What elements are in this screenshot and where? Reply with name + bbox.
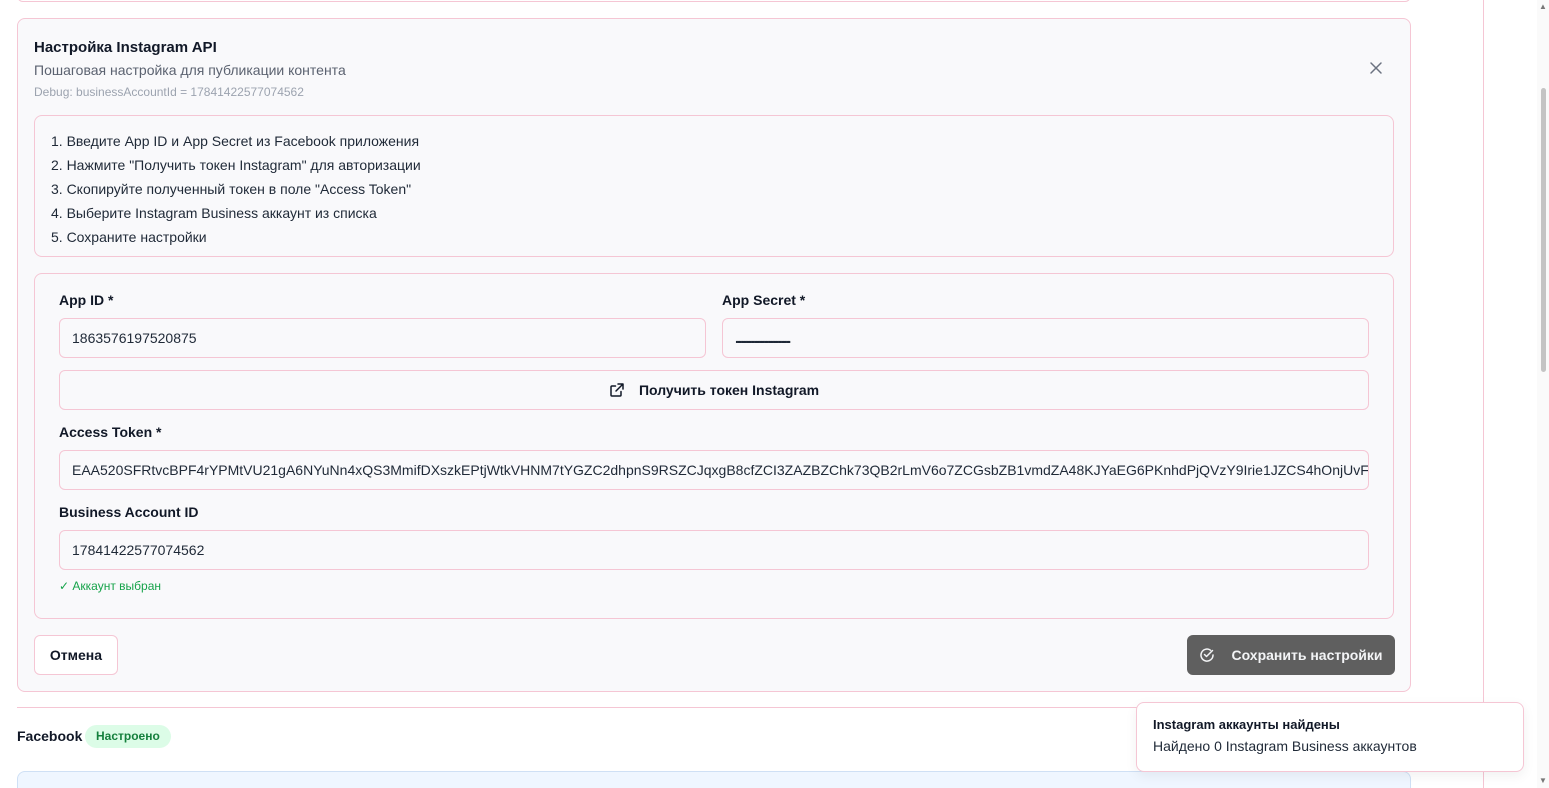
debug-text: Debug: businessAccountId = 1784142257707… xyxy=(34,85,304,99)
toast-notification[interactable]: Instagram аккаунты найдены Найдено 0 Ins… xyxy=(1136,702,1524,772)
instruction-step: 2. Нажмите "Получить токен Instagram" дл… xyxy=(51,157,421,173)
access-token-input[interactable]: EAA520SFRtvcBPF4rYPMtVU21gA6NYuNn4xQS3Mm… xyxy=(59,450,1369,490)
status-badge: Настроено xyxy=(85,725,171,748)
business-account-input[interactable]: 17841422577074562 xyxy=(59,530,1369,570)
save-settings-label: Сохранить настройки xyxy=(1231,647,1383,663)
credentials-form: App ID * 1863576197520875 App Secret * .… xyxy=(34,273,1394,619)
external-link-icon xyxy=(610,383,624,397)
get-instagram-token-button[interactable]: Получить токен Instagram xyxy=(59,370,1369,410)
facebook-card xyxy=(17,771,1411,788)
instagram-settings-card: Настройка Instagram API Пошаговая настро… xyxy=(17,18,1411,692)
instructions-list: 1. Введите App ID и App Secret из Facebo… xyxy=(34,115,1394,257)
account-selected-note: ✓ Аккаунт выбран xyxy=(59,579,161,593)
page: ▲ ▼ Настройка Instagram API Пошаговая на… xyxy=(0,0,1549,788)
close-icon xyxy=(1370,62,1382,74)
app-secret-label: App Secret * xyxy=(722,292,806,308)
scroll-thumb[interactable] xyxy=(1541,88,1546,372)
close-button[interactable] xyxy=(1367,59,1385,77)
facebook-section-title: Facebook xyxy=(17,728,83,744)
previous-card-edge xyxy=(17,0,1411,2)
check-circle-icon xyxy=(1200,648,1215,662)
business-account-label: Business Account ID xyxy=(59,504,199,520)
app-id-label: App ID * xyxy=(59,292,114,308)
card-subtitle: Пошаговая настройка для публикации конте… xyxy=(34,62,346,78)
access-token-label: Access Token * xyxy=(59,424,162,440)
right-panel-divider xyxy=(1483,0,1484,788)
instruction-step: 4. Выберите Instagram Business аккаунт и… xyxy=(51,205,377,221)
scroll-down-arrow-icon[interactable]: ▼ xyxy=(1539,776,1547,785)
instruction-step: 3. Скопируйте полученный токен в поле "A… xyxy=(51,181,412,197)
cancel-button[interactable]: Отмена xyxy=(34,635,118,675)
card-title: Настройка Instagram API xyxy=(34,39,217,56)
save-settings-button[interactable]: Сохранить настройки xyxy=(1187,635,1395,675)
scrollbar[interactable]: ▲ ▼ xyxy=(1537,0,1549,788)
app-secret-input[interactable]: ................................ xyxy=(722,318,1369,358)
app-secret-masked-value: ................................ xyxy=(735,330,791,346)
instruction-step: 5. Сохраните настройки xyxy=(51,229,207,245)
toast-description: Найдено 0 Instagram Business аккаунтов xyxy=(1153,738,1417,754)
instruction-step: 1. Введите App ID и App Secret из Facebo… xyxy=(51,133,420,149)
scroll-up-arrow-icon[interactable]: ▲ xyxy=(1539,2,1547,11)
toast-title: Instagram аккаунты найдены xyxy=(1153,717,1340,732)
app-id-input[interactable]: 1863576197520875 xyxy=(59,318,706,358)
get-token-label: Получить токен Instagram xyxy=(638,382,820,398)
